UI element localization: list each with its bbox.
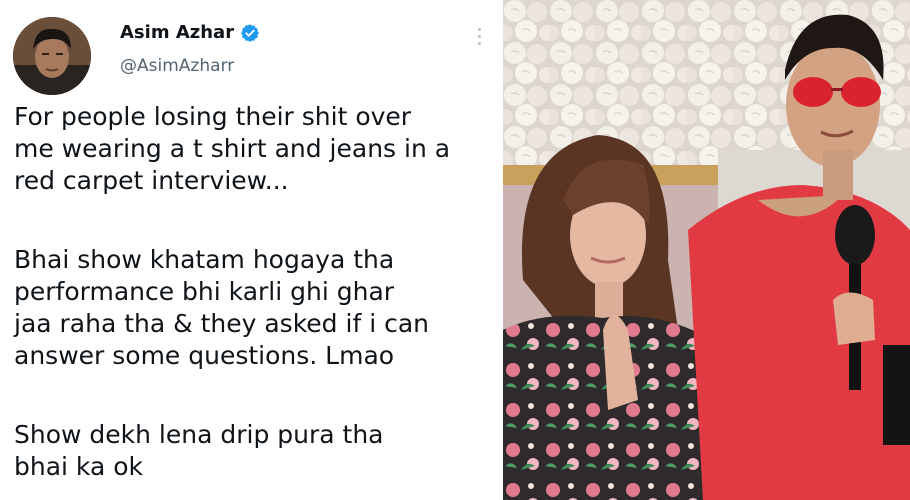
tweet-paragraph-1: For people losing their shit over me wea… [14,102,451,195]
avatar[interactable] [13,17,91,95]
event-photo [503,0,910,500]
author-row: Asim Azhar [120,22,260,43]
tweet-paragraph-3: Show dekh lena drip pura tha bhai ka ok [14,420,384,481]
verified-badge-icon [241,23,260,42]
user-handle[interactable]: @AsimAzharr [120,56,234,76]
more-options-icon[interactable] [475,28,483,48]
tweet-paragraph-2: Bhai show khatam hogaya tha performance … [14,245,429,370]
tweet-card: Asim Azhar @AsimAzharr For people losing… [0,0,500,500]
display-name[interactable]: Asim Azhar [120,22,234,43]
